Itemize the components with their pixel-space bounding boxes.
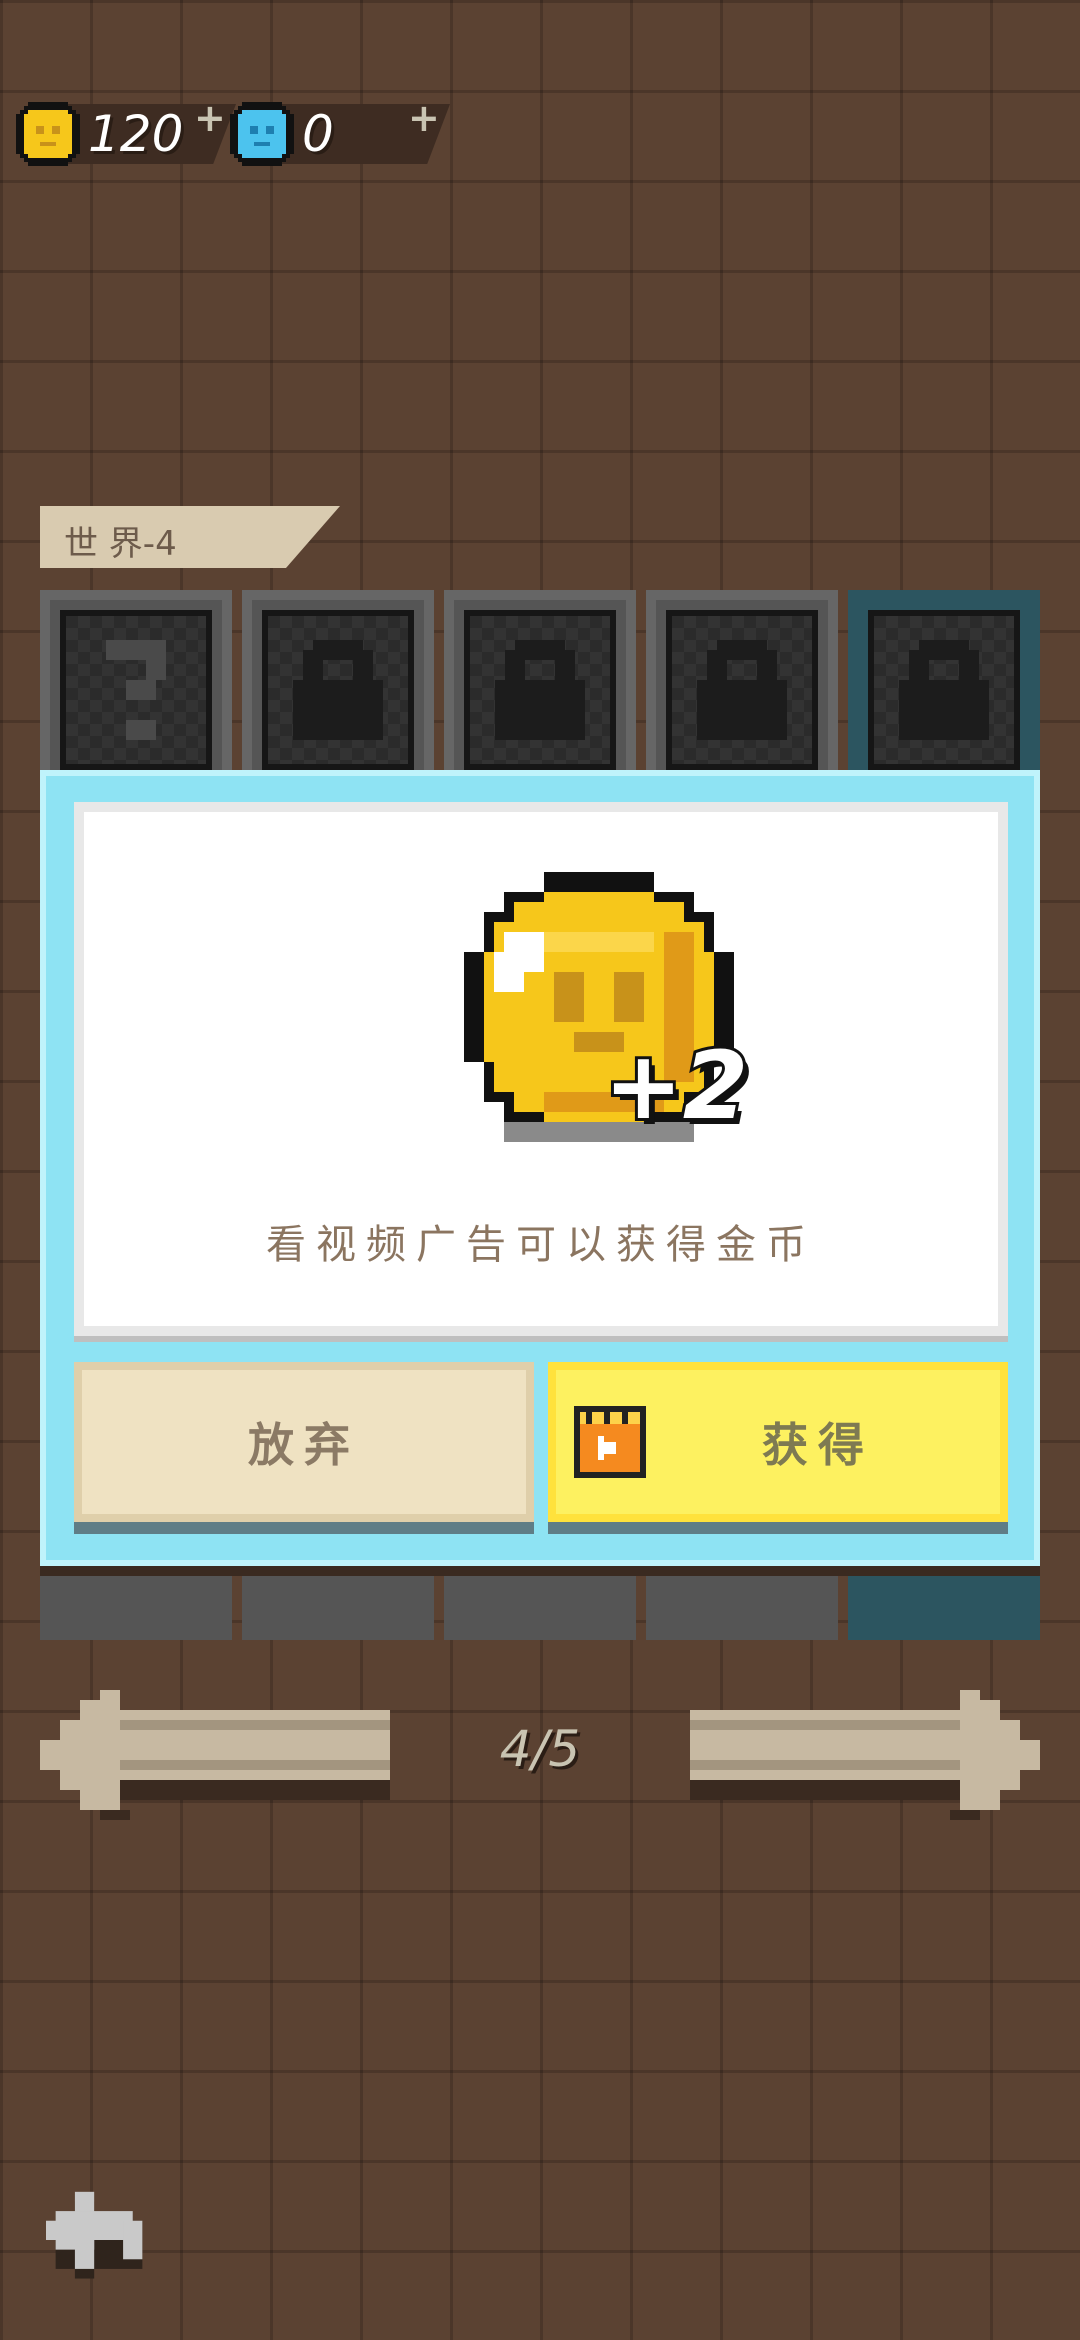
back-button-icon[interactable] bbox=[46, 2190, 152, 2290]
world-label: 世 界-4 bbox=[40, 506, 340, 568]
level-slot-4[interactable] bbox=[646, 590, 838, 790]
previous-arrow-button[interactable] bbox=[40, 1690, 390, 1820]
slot-inner bbox=[666, 610, 818, 770]
reward-dialog: +2 看视频广告可以获得金币 放弃 获得 bbox=[40, 770, 1040, 1566]
question-mark-icon bbox=[106, 640, 166, 740]
slot-inner bbox=[464, 610, 616, 770]
level-slot-row2[interactable] bbox=[848, 1570, 1040, 1640]
blue-gem-icon bbox=[230, 102, 294, 166]
give-up-button[interactable]: 放弃 bbox=[74, 1362, 534, 1522]
level-slot-row2[interactable] bbox=[646, 1570, 838, 1640]
next-arrow-button[interactable] bbox=[690, 1690, 1040, 1820]
get-reward-label: 获得 bbox=[762, 1418, 874, 1472]
give-up-label: 放弃 bbox=[248, 1418, 360, 1472]
slot-inner bbox=[868, 610, 1020, 770]
coin-count: 120 bbox=[88, 105, 184, 163]
gold-coin-icon bbox=[16, 102, 80, 166]
level-slot-5[interactable] bbox=[848, 590, 1040, 790]
slot-inner bbox=[60, 610, 212, 770]
page-indicator: 4/5 bbox=[499, 1720, 581, 1778]
reward-card: +2 看视频广告可以获得金币 bbox=[74, 802, 1008, 1336]
level-slot-3[interactable] bbox=[444, 590, 636, 790]
add-gems-button[interactable]: + bbox=[408, 96, 440, 140]
level-slot-row2[interactable] bbox=[40, 1570, 232, 1640]
coin-counter[interactable]: 120 + bbox=[16, 96, 236, 168]
level-slot-2[interactable] bbox=[242, 590, 434, 790]
world-title: 世 界-4 bbox=[64, 524, 177, 564]
reward-amount: +2 bbox=[601, 1029, 751, 1144]
lock-icon bbox=[697, 640, 787, 740]
get-reward-button[interactable]: 获得 bbox=[548, 1362, 1008, 1522]
lock-icon bbox=[899, 640, 989, 740]
level-slot-row2[interactable] bbox=[444, 1570, 636, 1640]
lock-icon bbox=[293, 640, 383, 740]
add-coins-button[interactable]: + bbox=[194, 96, 226, 140]
level-slot-1[interactable] bbox=[40, 590, 232, 790]
video-ad-icon bbox=[574, 1406, 646, 1478]
gem-count: 0 bbox=[302, 105, 334, 163]
reward-description: 看视频广告可以获得金币 bbox=[266, 1222, 816, 1268]
gem-counter[interactable]: 0 + bbox=[230, 96, 450, 168]
lock-icon bbox=[495, 640, 585, 740]
level-slot-row2[interactable] bbox=[242, 1570, 434, 1640]
slot-inner bbox=[262, 610, 414, 770]
